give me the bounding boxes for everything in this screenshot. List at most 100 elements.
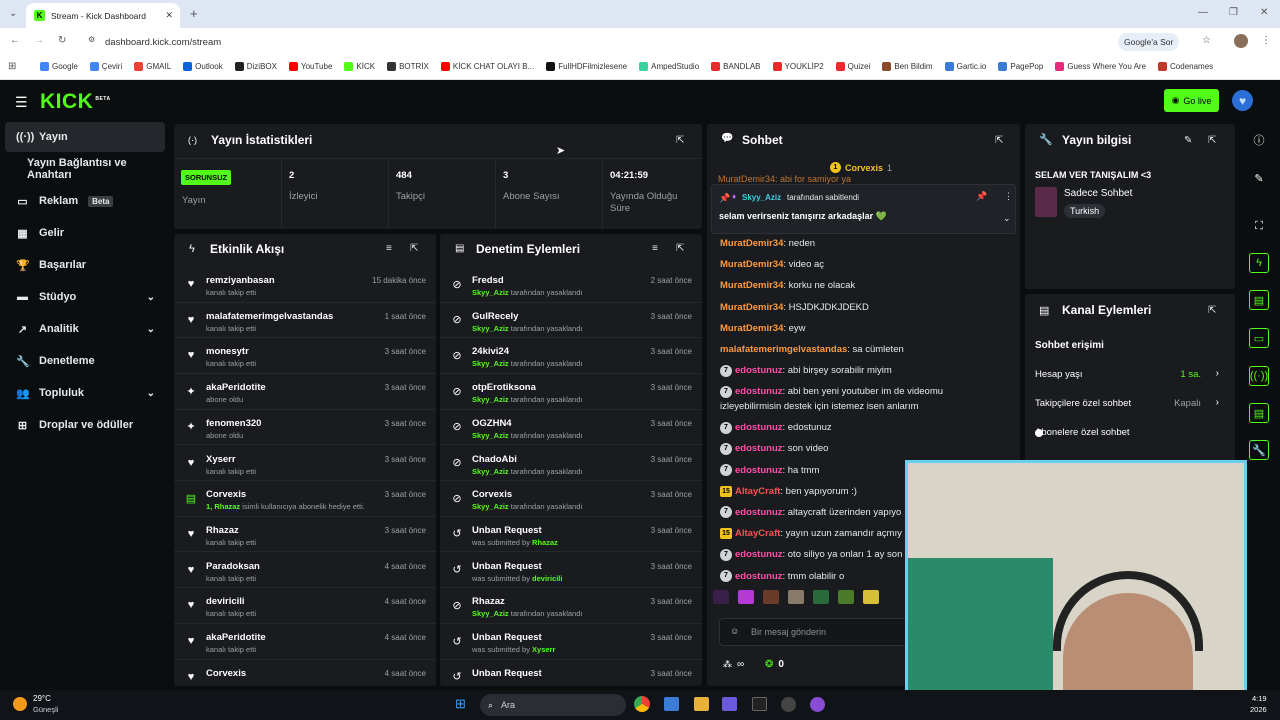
activity-row[interactable]: ♥ deviricili kanalı takip etti 4 saat önce <box>174 588 436 624</box>
action-row[interactable]: Takipçilere özel sohbet Kapalı › <box>1035 396 1225 412</box>
filter-icon[interactable]: ≡ <box>386 243 392 254</box>
chat-username[interactable]: edostunuz <box>735 443 783 454</box>
bookmark-item[interactable]: Guess Where You Are <box>1055 62 1146 71</box>
moderation-target[interactable]: Rhazaz <box>472 596 505 607</box>
moderation-row[interactable]: ↺ Unban Request was submitted by Xyserr 3 s… <box>440 624 702 660</box>
moderation-row[interactable]: ⊘ otpErotiksona Skyy_Aziz tarafından yasak… <box>440 374 702 410</box>
wrench-icon[interactable]: 🔧 <box>1249 440 1269 460</box>
popout-icon[interactable]: ⇱ <box>1208 135 1216 146</box>
explorer-taskbar-icon[interactable] <box>694 697 709 711</box>
site-info-icon[interactable]: ⚙ <box>88 35 95 44</box>
chat-username[interactable]: MuratDemir34 <box>720 302 783 313</box>
clipboard-icon[interactable]: ▤ <box>1249 290 1269 310</box>
bookmark-item[interactable]: KİCK <box>344 62 375 71</box>
weather-temp[interactable]: 29°C <box>33 694 51 703</box>
moderation-row[interactable]: ↺ Unban Request was submitted by Rhazaz 3 s… <box>440 517 702 553</box>
popout-icon[interactable]: ⇱ <box>676 243 684 254</box>
back-icon[interactable]: ← <box>10 35 20 46</box>
moderation-row[interactable]: ⊘ ChadoAbi Skyy_Aziz tarafından yasaklandı… <box>440 446 702 481</box>
moderation-row[interactable]: ⊘ Fredsd Skyy_Aziz tarafından yasaklandı 2 … <box>440 267 702 303</box>
bookmark-item[interactable]: Gartic.io <box>944 62 986 71</box>
action-row[interactable]: Hesap yaşı 1 sa. › <box>1035 367 1225 383</box>
activity-row[interactable]: ♥ akaPeridotite kanalı takip etti 4 saat ön… <box>174 624 436 660</box>
moderation-target[interactable]: Unban Request <box>472 561 542 572</box>
activity-row[interactable]: ♥ Xyserr kanalı takip etti 3 saat önce <box>174 446 436 481</box>
activity-user[interactable]: remziyanbasan <box>206 275 275 286</box>
browser-tab[interactable]: K Stream - Kick Dashboard ✕ <box>26 3 180 28</box>
moderation-row[interactable]: ↺ Unban Request was submitted by deviricil… <box>440 553 702 589</box>
activity-row[interactable]: ✦ akaPeridotite abone oldu 3 saat önce <box>174 374 436 410</box>
chat-username[interactable]: edostunuz <box>735 365 783 376</box>
popout-icon[interactable]: ⇱ <box>410 243 418 254</box>
bookmark-item[interactable]: GMAIL <box>134 62 171 71</box>
broadcast-icon[interactable]: ((·)) <box>1249 366 1269 386</box>
bookmark-item[interactable]: DiziBOX <box>234 62 277 71</box>
sidebar-item-10[interactable]: ⊞ Droplar ve ödüller <box>5 410 165 440</box>
chat-username[interactable]: AltayCraft <box>735 486 780 497</box>
popout-icon[interactable]: ⇱ <box>995 135 1003 146</box>
chat-username[interactable]: MuratDemir34 <box>720 323 783 334</box>
chat-username[interactable]: edostunuz <box>735 386 783 397</box>
moderation-target[interactable]: Unban Request <box>472 668 542 679</box>
bookmark-item[interactable]: YOUKLİP2 <box>772 62 824 71</box>
activity-user[interactable]: Xyserr <box>206 454 236 465</box>
profile-avatar[interactable] <box>1234 34 1248 48</box>
category-name[interactable]: Sadece Sohbet <box>1064 188 1132 199</box>
activity-user[interactable]: Corvexis <box>206 668 246 679</box>
emote-icon[interactable] <box>713 590 729 604</box>
chat-username[interactable]: edostunuz <box>735 507 783 518</box>
bookmark-item[interactable]: Ben Bildim <box>882 62 933 71</box>
sidebar-item-8[interactable]: 🔧 Denetleme <box>5 346 165 376</box>
emote-icon[interactable] <box>838 590 854 604</box>
actions-icon[interactable]: ▤ <box>1249 403 1269 423</box>
tab-list-icon[interactable]: ⌄ <box>9 8 17 19</box>
activity-user[interactable]: malafatemerimgelvastandas <box>206 311 333 322</box>
app-taskbar-icon[interactable] <box>664 697 679 711</box>
bookmark-item[interactable]: AmpedStudio <box>639 62 699 71</box>
points-display[interactable]: ⁂ ∞ <box>723 659 744 670</box>
emote-icon[interactable] <box>863 590 879 604</box>
info-icon[interactable]: ⓘ <box>1249 130 1269 150</box>
chat-username[interactable]: malafatemerimgelvastandas <box>720 344 847 355</box>
activity-row[interactable]: ▤ Corvexis 1, Rhazaz isimli kullanıcıya ab… <box>174 481 436 517</box>
window-close-icon[interactable]: ✕ <box>1260 7 1268 18</box>
activity-user[interactable]: fenomen320 <box>206 418 261 429</box>
bookmark-star-icon[interactable]: ☆ <box>1202 35 1211 46</box>
lightning-icon[interactable]: ϟ <box>1249 253 1269 273</box>
kicks-display[interactable]: ❂ 0 <box>765 659 784 670</box>
sidebar-item-7[interactable]: ↗ Analitik ⌄ <box>5 314 165 344</box>
chat-username[interactable]: MuratDemir34 <box>720 238 783 249</box>
moderation-target[interactable]: 24kivi24 <box>472 346 509 357</box>
action-row[interactable]: Abonelere özel sohbet <box>1035 425 1225 441</box>
activity-row[interactable]: ♥ Paradoksan kanalı takip etti 4 saat önce <box>174 553 436 589</box>
moderation-target[interactable]: otpErotiksona <box>472 382 536 393</box>
sidebar-item-5[interactable]: 🏆 Başarılar <box>5 250 165 280</box>
hamburger-menu-icon[interactable]: ☰ <box>15 94 28 111</box>
edit-pencil-icon[interactable]: ✎ <box>1184 135 1192 146</box>
bookmark-item[interactable]: YouTube <box>288 62 332 71</box>
obs-taskbar-icon[interactable] <box>781 697 796 712</box>
activity-row[interactable]: ♥ Rhazaz kanalı takip etti 3 saat önce <box>174 517 436 553</box>
activity-row[interactable]: ♥ malafatemerimgelvastandas kanalı takip e… <box>174 303 436 339</box>
sidebar-item-4[interactable]: ▦ Gelir <box>5 218 165 248</box>
forward-icon[interactable]: → <box>34 35 44 46</box>
fullscreen-icon[interactable]: ⛶ <box>1249 216 1269 236</box>
apps-grid-icon[interactable]: ⊞ <box>8 61 16 72</box>
user-avatar[interactable]: ♥ <box>1232 90 1253 111</box>
activity-user[interactable]: deviricili <box>206 596 245 607</box>
activity-user[interactable]: Corvexis <box>206 489 246 500</box>
app2-taskbar-icon[interactable] <box>810 697 825 712</box>
activity-user[interactable]: monesytr <box>206 346 249 357</box>
bookmark-item[interactable]: PagePop <box>998 62 1043 71</box>
bookmark-item[interactable]: BOTRİX <box>387 62 429 71</box>
activity-row[interactable]: ♥ Corvexis 4 saat önce <box>174 660 436 686</box>
moderation-target[interactable]: Unban Request <box>472 632 542 643</box>
bookmark-item[interactable]: Google <box>40 62 78 71</box>
activity-user[interactable]: akaPeridotite <box>206 632 266 643</box>
emote-icon[interactable] <box>788 590 804 604</box>
bookmark-item[interactable]: FullHDFilmizlesene <box>546 62 627 71</box>
emote-icon[interactable] <box>813 590 829 604</box>
chat-username[interactable]: edostunuz <box>735 422 783 433</box>
url-field[interactable]: dashboard.kick.com/stream <box>105 37 221 48</box>
minimize-icon[interactable]: — <box>1198 7 1208 18</box>
